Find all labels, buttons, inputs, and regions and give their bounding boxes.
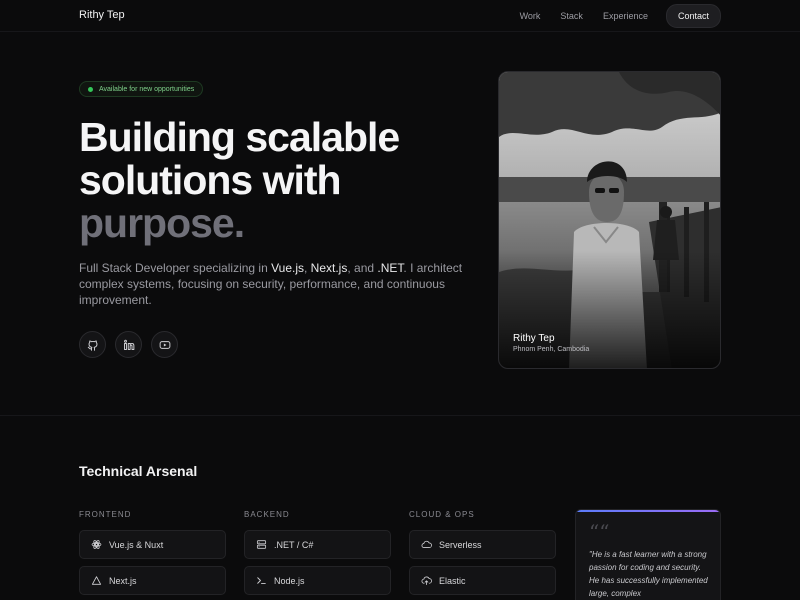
github-button[interactable] [79, 331, 106, 358]
hero-headline: Building scalable solutions with purpose… [79, 116, 479, 245]
social-links [79, 331, 187, 358]
nav-links: Work Stack Experience Contact [500, 4, 721, 28]
triangle-icon [90, 575, 102, 587]
quote-icon: ““ [589, 520, 610, 544]
desc-tech-next: Next.js [310, 261, 348, 275]
headline-line-1: Building scalable [79, 114, 400, 160]
top-nav: Rithy Tep Work Stack Experience Contact [0, 0, 800, 32]
profile-photo-card: Rithy Tep Phnom Penh, Cambodia [498, 71, 721, 369]
nav-link-experience[interactable]: Experience [603, 11, 648, 21]
desc-prefix: Full Stack Developer specializing in [79, 261, 272, 275]
terminal-icon [255, 575, 267, 587]
testimonial-text: "He is a fast learner with a strong pass… [589, 550, 708, 598]
skill-label: Node.js [274, 575, 305, 586]
arsenal-title: Technical Arsenal [79, 463, 198, 479]
profile-photo [499, 72, 720, 368]
desc-tech-dotnet: .NET [377, 261, 404, 275]
youtube-icon [159, 339, 171, 351]
section-divider [0, 415, 800, 416]
nav-link-work[interactable]: Work [520, 11, 541, 21]
server-icon [255, 539, 267, 551]
cloud-upload-icon [420, 575, 432, 587]
skill-label: Next.js [109, 575, 137, 586]
linkedin-icon [123, 339, 135, 351]
availability-text: Available for new opportunities [99, 85, 195, 93]
skill-chip-vue[interactable]: Vue.js & Nuxt [79, 530, 226, 559]
skill-label: .NET / C# [274, 539, 314, 550]
vue-icon [90, 539, 102, 551]
headline-line-3: purpose. [79, 200, 245, 246]
skill-label: Vue.js & Nuxt [109, 539, 164, 550]
photo-caption-location: Phnom Penh, Cambodia [513, 346, 590, 353]
brand-name[interactable]: Rithy Tep [79, 9, 125, 21]
photo-caption-name: Rithy Tep [513, 333, 555, 344]
cloud-icon [420, 539, 432, 551]
youtube-button[interactable] [151, 331, 178, 358]
status-dot-icon [88, 86, 93, 92]
skill-chip-next[interactable]: Next.js [79, 566, 226, 595]
skill-chip-serverless[interactable]: Serverless [409, 530, 556, 559]
linkedin-button[interactable] [115, 331, 142, 358]
cloud-ops-label: CLOUD & OPS [409, 510, 475, 519]
availability-badge: Available for new opportunities [79, 81, 204, 97]
skill-label: Elastic [439, 575, 466, 586]
headline-line-2: solutions with [79, 157, 342, 203]
testimonial-accent-bar [576, 510, 720, 512]
hero-description: Full Stack Developer specializing in Vue… [79, 260, 469, 308]
frontend-label: FRONTEND [79, 510, 132, 519]
desc-tech-vue: Vue.js [271, 261, 304, 275]
skill-chip-dotnet[interactable]: .NET / C# [244, 530, 391, 559]
testimonial-card: ““ "He is a fast learner with a strong p… [575, 509, 721, 600]
desc-sep-1: , [304, 261, 311, 275]
nav-link-stack[interactable]: Stack [560, 11, 583, 21]
skill-chip-elastic[interactable]: Elastic [409, 566, 556, 595]
contact-button[interactable]: Contact [665, 4, 721, 28]
skill-chip-node[interactable]: Node.js [244, 566, 391, 595]
backend-label: BACKEND [244, 510, 290, 519]
skill-label: Serverless [439, 539, 482, 550]
github-icon [87, 339, 99, 351]
desc-sep-2: , and [347, 261, 378, 275]
